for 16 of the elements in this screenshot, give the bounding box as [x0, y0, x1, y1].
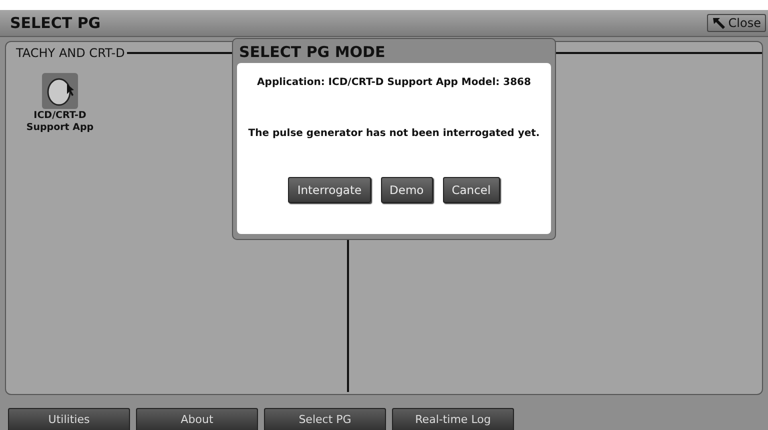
- dialog-button[interactable]: Demo: [380, 177, 433, 203]
- bottom-tab[interactable]: Select PG: [264, 408, 386, 430]
- bottom-tab[interactable]: Utilities: [8, 408, 130, 430]
- dialog-message: The pulse generator has not been interrogated yet.: [248, 128, 540, 139]
- app-icon[interactable]: [41, 72, 79, 110]
- cursor-arrow-icon: [712, 17, 726, 29]
- close-button[interactable]: Close: [707, 14, 766, 32]
- dialog-title: SELECT PG MODE: [238, 42, 386, 63]
- dialog-button[interactable]: Cancel: [442, 177, 500, 203]
- bottom-tab[interactable]: Real-time Log: [392, 408, 514, 430]
- app-label[interactable]: ICD/CRT-D Support App: [24, 110, 96, 134]
- application-info: Application: ICD/CRT-D Support App Model: 3868: [257, 77, 531, 88]
- window-title: SELECT PG: [10, 14, 101, 32]
- dialog-button[interactable]: Interrogate: [288, 177, 371, 203]
- bottom-tab[interactable]: About: [136, 408, 258, 430]
- group-title: TACHY AND CRT-D: [16, 46, 125, 60]
